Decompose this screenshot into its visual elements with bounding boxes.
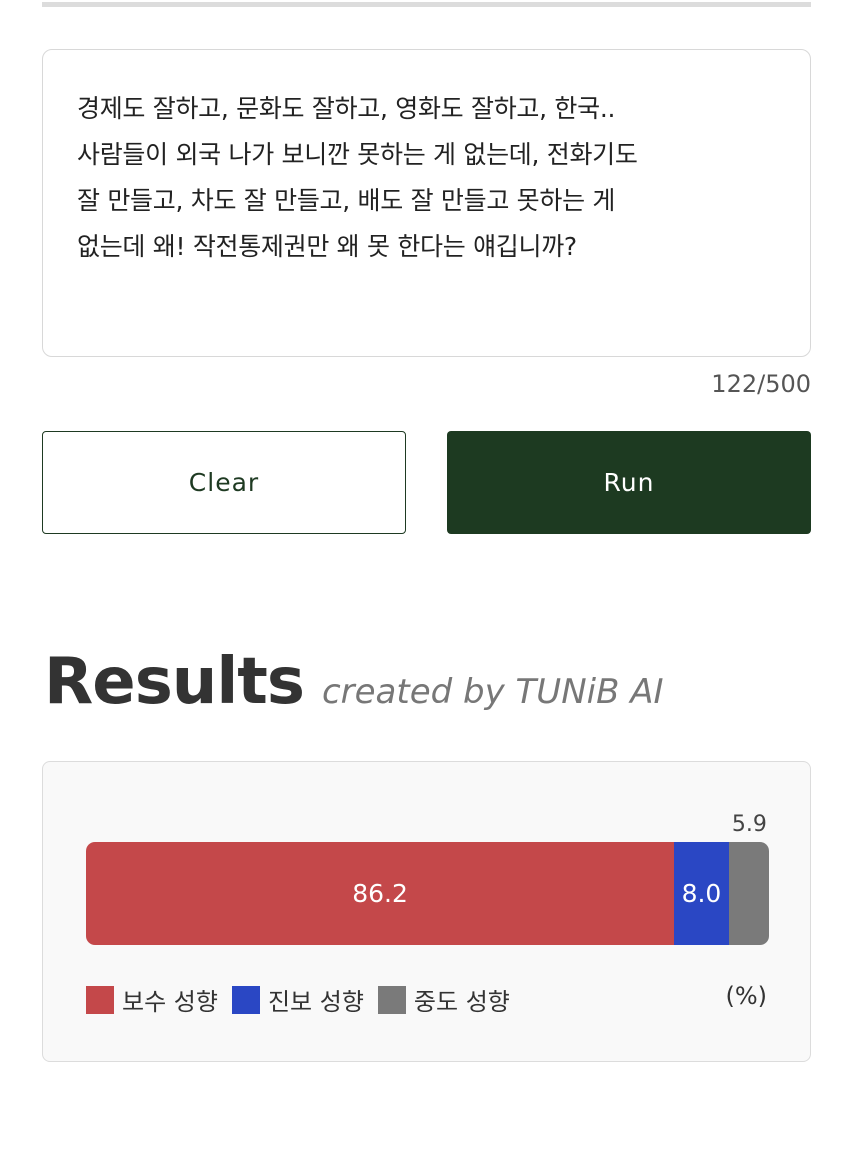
bar-segment: 8.0 xyxy=(674,842,729,945)
stacked-bar: 86.2 8.0 xyxy=(86,842,769,945)
results-title: Results xyxy=(44,645,305,719)
bar-segment: 86.2 xyxy=(86,842,675,945)
results-panel: 86.2 8.0 보수 성향 진보 성향 중도 성향 (%) 5.9 xyxy=(42,761,811,1062)
text-input[interactable]: 경제도 잘하고, 문화도 잘하고, 영화도 잘하고, 한국.. 사람들이 외국 … xyxy=(42,49,811,357)
results-subtitle: created by TUNiB AI xyxy=(321,672,664,712)
data-label: 5.9 xyxy=(731,812,767,837)
legend-label: 진보 성향 xyxy=(267,988,364,1016)
legend-swatch xyxy=(86,985,114,1014)
results-heading: Results created by TUNiB AI xyxy=(44,645,664,719)
bar-segment xyxy=(728,842,769,945)
legend-item: 보수 성향 xyxy=(86,982,218,1017)
top-divider xyxy=(42,2,811,7)
character-counter: 122/500 xyxy=(711,370,811,398)
clear-button[interactable]: Clear xyxy=(42,431,406,534)
legend: 보수 성향 진보 성향 중도 성향 xyxy=(86,982,510,1017)
legend-item: 중도 성향 xyxy=(377,982,510,1017)
legend-swatch xyxy=(231,985,260,1014)
data-label: 8.0 xyxy=(681,879,722,908)
legend-label: 중도 성향 xyxy=(413,988,510,1016)
legend-item: 진보 성향 xyxy=(231,982,364,1017)
legend-swatch xyxy=(377,985,406,1014)
unit-label: (%) xyxy=(725,982,767,1010)
data-label: 86.2 xyxy=(352,879,408,908)
legend-label: 보수 성향 xyxy=(122,988,218,1016)
run-button[interactable]: Run xyxy=(447,431,811,534)
